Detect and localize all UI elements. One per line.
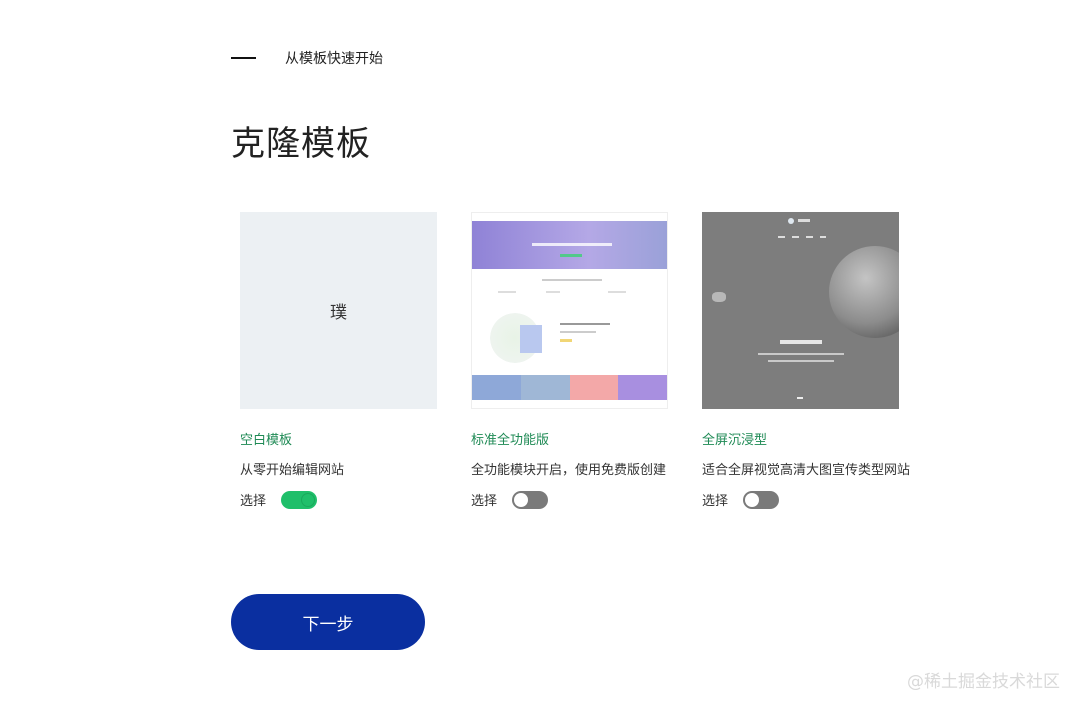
template-card-list: 璞 空白模板 从零开始编辑网站 选择 标准全功能版 全功能模块开启，使用免费版创… [240,212,911,509]
preview-tile [520,375,570,400]
select-label: 选择 [471,494,498,509]
preview-subtext [758,353,844,355]
step-indicator: 从模板快速开始 [231,48,383,68]
next-step-button[interactable]: 下一步 [231,594,425,650]
preview-hero-button [560,254,582,257]
template-description: 全功能模块开启，使用免费版创建 [471,463,667,478]
select-row: 选择 [471,490,668,509]
template-title: 全屏沉浸型 [702,433,768,448]
template-card-immersive[interactable]: 全屏沉浸型 适合全屏视觉高清大图宣传类型网站 选择 [702,212,911,509]
toggle-knob [301,492,316,507]
step-label: 从模板快速开始 [285,51,383,67]
template-title: 标准全功能版 [471,433,550,448]
template-card-standard[interactable]: 标准全功能版 全功能模块开启，使用免费版创建 选择 [471,212,668,509]
preview-tile [618,375,667,400]
clone-template-page: 从模板快速开始 克隆模板 璞 空白模板 从零开始编辑网站 选择 标准全功能版 全… [0,0,1080,709]
preview-hero-headline [532,243,612,246]
preview-illustration-chart [520,325,542,353]
preview-text-line [560,331,596,333]
preview-nav [778,236,826,238]
preview-tile [569,375,619,400]
select-label: 选择 [240,494,267,509]
preview-tile [472,375,521,400]
preview-section-heading [542,279,602,281]
step-line-divider [231,57,256,59]
preview-asteroid [712,292,726,302]
toggle-knob [745,492,760,507]
preview-tile-row [472,375,667,400]
template-card-blank[interactable]: 璞 空白模板 从零开始编辑网站 选择 [240,212,437,509]
template-thumbnail-standard[interactable] [471,212,668,409]
template-description: 适合全屏视觉高清大图宣传类型网站 [702,463,911,478]
select-toggle[interactable] [743,490,780,509]
watermark: @稀土掘金技术社区 [907,672,1060,692]
template-description: 从零开始编辑网站 [240,463,345,478]
select-row: 选择 [240,490,437,509]
preview-cta-button [560,339,572,342]
thumbnail-glyph: 璞 [330,303,347,323]
preview-text-line [560,323,610,325]
template-thumbnail-blank[interactable]: 璞 [240,212,437,409]
preview-pager-dot [797,397,803,399]
select-label: 选择 [702,494,729,509]
preview-topbar [472,213,667,221]
template-title: 空白模板 [240,433,293,448]
select-row: 选择 [702,490,899,509]
preview-feature-row [498,291,648,293]
preview-headline [780,340,822,344]
preview-subtext [768,360,834,362]
toggle-knob [514,492,529,507]
preview-hero-banner [472,221,667,269]
preview-planet [829,246,899,338]
preview-logo-text [798,219,810,222]
page-title: 克隆模板 [231,124,371,164]
template-thumbnail-immersive[interactable] [702,212,899,409]
select-toggle[interactable] [512,490,549,509]
preview-logo-icon [788,218,794,224]
select-toggle[interactable] [281,490,318,509]
